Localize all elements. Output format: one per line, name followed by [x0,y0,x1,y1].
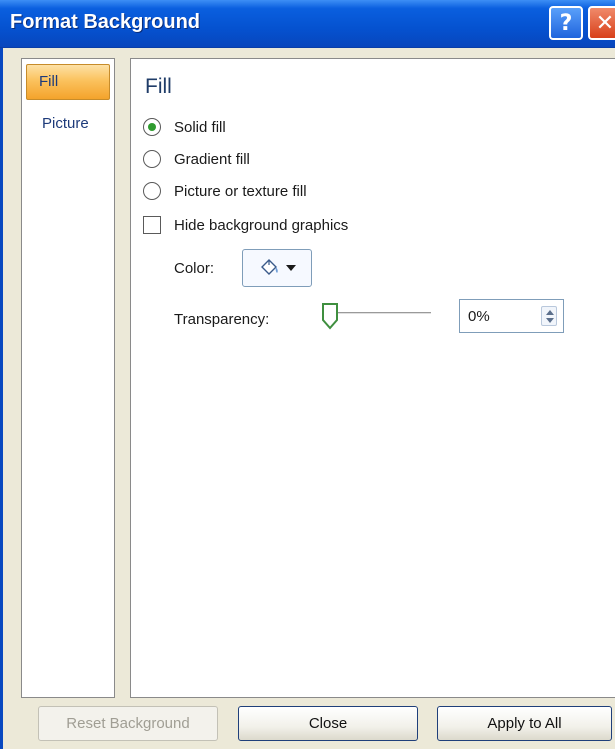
hide-background-checkbox[interactable] [143,216,161,234]
color-label: Color: [174,260,215,277]
nav-item-picture[interactable]: Picture [26,109,110,145]
hide-background-option[interactable]: Hide background graphics [143,216,348,234]
radio-button[interactable] [143,182,161,200]
radio-dot [148,123,156,131]
spin-buttons[interactable] [541,306,557,326]
help-button[interactable]: ? [549,6,583,40]
category-list: Fill Picture [21,58,115,698]
gradient-fill-label: Gradient fill [174,150,250,168]
nav-item-label: Fill [39,73,59,90]
window-close-button[interactable]: ✕ [588,6,615,40]
transparency-slider-track[interactable] [331,312,431,314]
solid-fill-option[interactable]: Solid fill [143,118,226,136]
radio-button[interactable] [143,150,161,168]
color-picker-button[interactable] [242,249,312,287]
apply-to-all-button[interactable]: Apply to All [437,706,612,741]
picture-fill-option[interactable]: Picture or texture fill [143,182,307,200]
transparency-slider-thumb[interactable] [321,302,339,330]
window-title: Format Background [10,11,201,33]
title-bar: Format Background ? ✕ [0,0,615,48]
spin-up-icon[interactable] [546,310,554,315]
solid-fill-label: Solid fill [174,118,226,136]
fill-settings-panel: Fill Solid fill Gradient fill Picture or… [130,58,615,698]
transparency-spinbox[interactable]: 0% [459,299,564,333]
picture-fill-label: Picture or texture fill [174,182,307,200]
help-icon: ? [559,10,573,36]
close-button[interactable]: Close [238,706,418,741]
reset-background-button[interactable]: Reset Background [38,706,218,741]
paint-bucket-icon [261,259,278,275]
hide-background-label: Hide background graphics [174,216,349,234]
radio-button-selected[interactable] [143,118,161,136]
section-heading: Fill [145,75,172,98]
nav-item-fill[interactable]: Fill [26,64,110,100]
transparency-label: Transparency: [174,311,270,328]
transparency-value: 0% [468,308,490,325]
spin-down-icon[interactable] [546,318,554,323]
gradient-fill-option[interactable]: Gradient fill [143,150,250,168]
nav-item-label: Picture [42,115,89,132]
close-icon: ✕ [595,10,615,36]
chevron-down-icon [286,265,296,271]
